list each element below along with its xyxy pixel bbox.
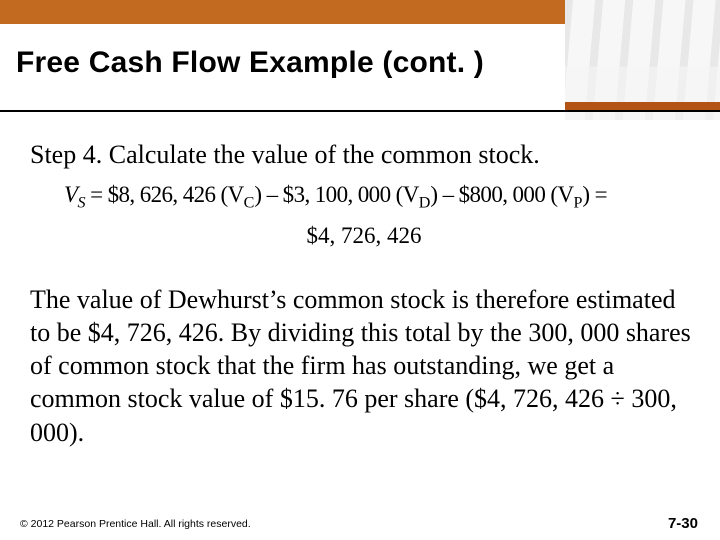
var-vs: V	[64, 182, 77, 207]
title-area: Free Cash Flow Example (cont. )	[0, 24, 720, 102]
vc-value: $8, 626, 426	[108, 182, 216, 207]
footer: © 2012 Pearson Prentice Hall. All rights…	[0, 510, 720, 540]
equals-1: =	[90, 182, 102, 207]
vd-label: V	[403, 182, 419, 207]
vp-label: V	[557, 182, 573, 207]
sub-s: S	[77, 195, 84, 212]
step-heading: Step 4. Calculate the value of the commo…	[30, 140, 698, 170]
vc-label: V	[228, 182, 244, 207]
slide: Free Cash Flow Example (cont. ) Step 4. …	[0, 0, 720, 540]
vd-sub: D	[419, 195, 431, 212]
page-number: 7-30	[668, 515, 698, 532]
minus-2: –	[443, 182, 454, 207]
minus-1: –	[267, 182, 278, 207]
vc-sub: C	[244, 195, 255, 212]
divider	[0, 110, 720, 112]
equals-2: =	[595, 182, 607, 207]
vp-value: $800, 000	[459, 182, 546, 207]
formula-line: VS = $8, 626, 426 (VC) – $3, 100, 000 (V…	[64, 182, 698, 213]
explanation-paragraph: The value of Dewhurst’s common stock is …	[30, 283, 698, 449]
copyright-text: © 2012 Pearson Prentice Hall. All rights…	[20, 518, 251, 530]
vd-value: $3, 100, 000	[283, 182, 391, 207]
content-area: Step 4. Calculate the value of the commo…	[30, 140, 698, 449]
slide-title: Free Cash Flow Example (cont. )	[16, 46, 484, 80]
formula-result: $4, 726, 426	[30, 223, 698, 249]
vp-sub: P	[573, 195, 582, 212]
